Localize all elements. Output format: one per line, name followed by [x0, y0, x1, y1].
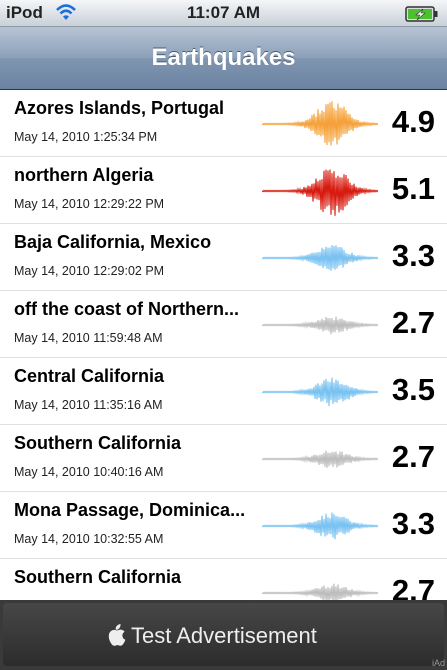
- quake-location: Azores Islands, Portugal: [14, 98, 225, 118]
- quake-timestamp: May 14, 2010 10:40:16 AM: [14, 465, 164, 479]
- quake-location: Mona Passage, Dominica...: [14, 500, 246, 520]
- quake-row[interactable]: Central California May 14, 2010 11:35:16 …: [0, 358, 447, 425]
- seismograph-icon: [262, 101, 378, 146]
- ad-banner[interactable]: Test Advertisement iAd: [0, 600, 447, 670]
- quake-timestamp: May 14, 2010 12:29:02 PM: [14, 264, 165, 278]
- page-title: Earthquakes: [151, 44, 296, 71]
- battery-charging-icon: [405, 6, 439, 27]
- ad-button[interactable]: Test Advertisement: [3, 603, 444, 666]
- quake-location: northern Algeria: [14, 165, 154, 185]
- quake-magnitude: 4.9: [391, 104, 435, 139]
- quake-magnitude: 2.7: [391, 573, 435, 600]
- seismograph-icon: [262, 583, 378, 600]
- quake-timestamp: May 14, 2010 11:35:16 AM: [14, 398, 163, 412]
- quake-magnitude: 5.1: [391, 171, 435, 206]
- quake-timestamp: May 14, 2010 11:59:48 AM: [14, 331, 163, 345]
- quake-location: off the coast of Northern...: [14, 299, 239, 319]
- ad-label: Test Advertisement: [131, 623, 317, 648]
- quake-magnitude: 2.7: [391, 439, 435, 474]
- seismograph-icon: [262, 245, 378, 271]
- quake-timestamp: May 14, 2010 12:29:22 PM: [14, 197, 165, 211]
- quake-row[interactable]: northern Algeria May 14, 2010 12:29:22 PM…: [0, 157, 447, 224]
- status-time: 11:07 AM: [186, 3, 261, 22]
- seismograph-icon: [262, 316, 378, 335]
- quake-timestamp: May 14, 2010 1:25:34 PM: [14, 130, 158, 144]
- quake-row[interactable]: Azores Islands, Portugal May 14, 2010 1:2…: [0, 90, 447, 157]
- navigation-bar: Earthquakes: [0, 27, 447, 90]
- status-bar: iPod 11:07 AM: [0, 0, 447, 27]
- earthquake-list[interactable]: Azores Islands, Portugal May 14, 2010 1:2…: [0, 90, 447, 600]
- quake-location: Baja California, Mexico: [14, 232, 212, 252]
- seismograph-icon: [262, 169, 378, 216]
- iad-badge: iAd: [431, 658, 445, 668]
- seismograph-icon: [262, 377, 378, 407]
- apple-logo-icon: [107, 623, 127, 652]
- quake-magnitude: 2.7: [391, 305, 435, 340]
- quake-row[interactable]: Baja California, Mexico May 14, 2010 12:2…: [0, 224, 447, 291]
- quake-row[interactable]: Southern California 2.7: [0, 559, 447, 600]
- quake-row[interactable]: Mona Passage, Dominica... May 14, 2010 10…: [0, 492, 447, 559]
- quake-magnitude: 3.5: [391, 372, 435, 407]
- quake-row[interactable]: off the coast of Northern... May 14, 2010…: [0, 291, 447, 358]
- quake-row[interactable]: Southern California May 14, 2010 10:40:16…: [0, 425, 447, 492]
- quake-location: Central California: [14, 366, 165, 386]
- quake-timestamp: May 14, 2010 10:32:55 AM: [14, 532, 164, 546]
- seismograph-icon: [262, 512, 378, 540]
- quake-location: Southern California: [14, 567, 182, 587]
- quake-magnitude: 3.3: [391, 506, 435, 541]
- seismograph-icon: [262, 450, 378, 468]
- quake-location: Southern California: [14, 433, 182, 453]
- quake-magnitude: 3.3: [391, 238, 435, 273]
